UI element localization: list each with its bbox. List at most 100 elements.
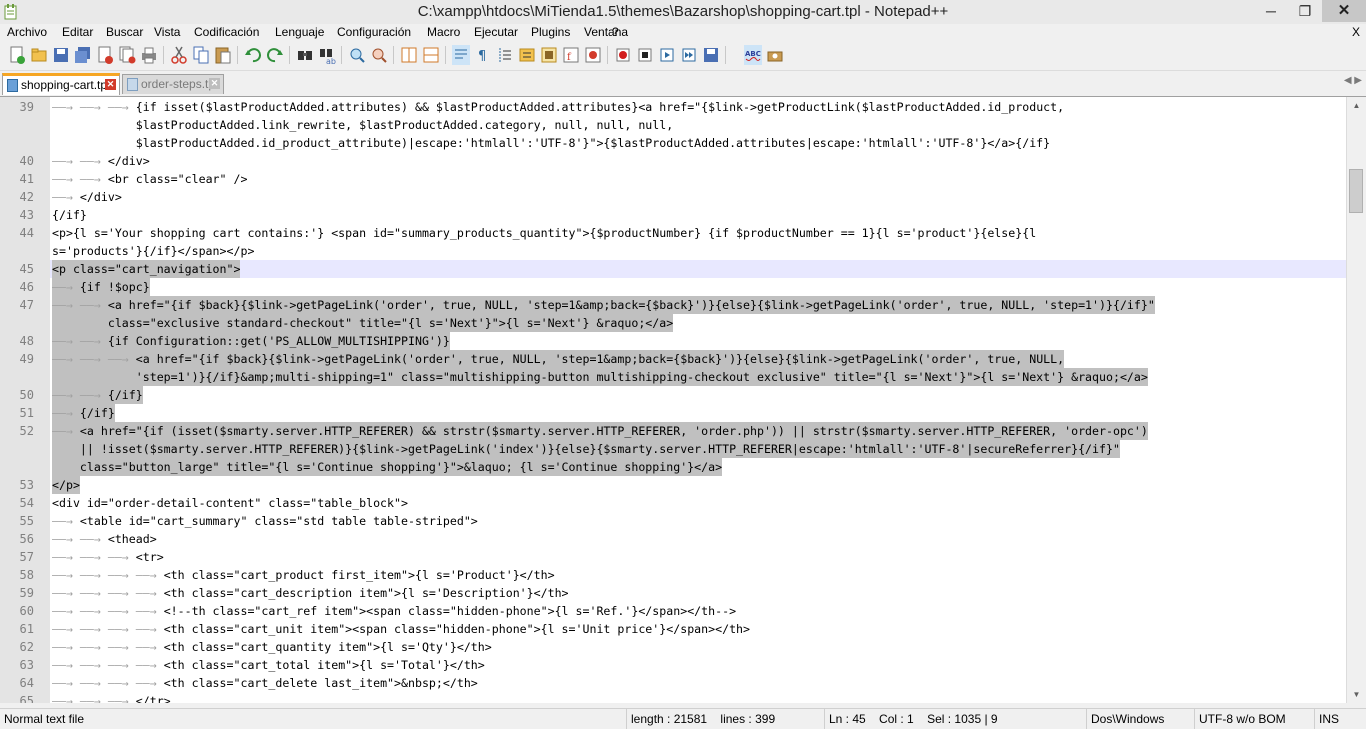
paste-icon[interactable] [214, 45, 232, 65]
code-line[interactable]: 'step=1')}{/if}&amp;multi-shipping=1" cl… [0, 368, 1346, 386]
code-line[interactable]: 48 ——→ ——→ {if Configuration::get('PS_ALL… [0, 332, 1346, 350]
code-line[interactable]: 51 ——→ {/if} [0, 404, 1346, 422]
window-title: C:\xampp\htdocs\MiTienda1.5\themes\Bazar… [417, 3, 949, 20]
code-line[interactable]: 49 ——→ ——→ ——→ <a href="{if $back}{$link-… [0, 350, 1346, 368]
code-line[interactable]: 60 ——→ ——→ ——→ ——→ <!--th class="cart_ref… [0, 602, 1346, 620]
status-insert-mode[interactable]: INS [1314, 709, 1366, 729]
code-line[interactable]: 40 ——→ ——→ </div> [0, 152, 1346, 170]
find-icon[interactable] [296, 45, 314, 65]
run-macro-multiple-icon[interactable] [680, 45, 698, 65]
copy-icon[interactable] [192, 45, 210, 65]
code-line[interactable]: 43 {/if} [0, 206, 1346, 224]
zoom-in-icon[interactable] [348, 45, 366, 65]
editor[interactable]: 39 ——→ ——→ ——→ {if isset($lastProductAdde… [0, 96, 1366, 703]
menu-archivo[interactable]: Archivo [7, 25, 47, 39]
code-line[interactable]: 45 <p class="cart_navigation"> [0, 260, 1346, 278]
code-line[interactable]: 54 <div id="order-detail-content" class="… [0, 494, 1346, 512]
new-file-icon[interactable] [8, 45, 26, 65]
code-line[interactable]: 56 ——→ ——→ <thead> [0, 530, 1346, 548]
code-line[interactable]: 58 ——→ ——→ ——→ ——→ <th class="cart_produc… [0, 566, 1346, 584]
menu-ventana[interactable]: Ventana [584, 25, 628, 39]
menu-help[interactable]: ? [612, 25, 619, 39]
zoom-out-icon[interactable] [370, 45, 388, 65]
code-line[interactable]: 62 ——→ ——→ ——→ ——→ <th class="cart_quanti… [0, 638, 1346, 656]
code-area[interactable]: 39 ——→ ——→ ——→ {if isset($lastProductAdde… [0, 97, 1346, 703]
scroll-thumb[interactable] [1349, 169, 1363, 213]
close-all-icon[interactable] [118, 45, 136, 65]
menu-lenguaje[interactable]: Lenguaje [275, 25, 324, 39]
save-all-icon[interactable] [74, 45, 92, 65]
code-line[interactable]: 61 ——→ ——→ ——→ ——→ <th class="cart_unit i… [0, 620, 1346, 638]
code-line[interactable]: 44 <p>{l s='Your shopping cart contains:'… [0, 224, 1346, 242]
open-file-icon[interactable] [30, 45, 48, 65]
code-line[interactable]: 46 ——→ {if !$opc} [0, 278, 1346, 296]
code-line[interactable]: 41 ——→ ——→ <br class="clear" /> [0, 170, 1346, 188]
tab-close-icon[interactable]: ✕ [209, 78, 220, 89]
selected-code-text: ——→ <a href="{if (isset($smarty.server.H… [52, 422, 1148, 440]
sync-horizontal-icon[interactable] [422, 45, 440, 65]
record-macro-icon[interactable] [614, 45, 632, 65]
vertical-scrollbar[interactable]: ▲ ▼ [1346, 97, 1366, 703]
code-line[interactable]: 59 ——→ ——→ ——→ ——→ <th class="cart_descri… [0, 584, 1346, 602]
folder-as-workspace-icon[interactable] [584, 45, 602, 65]
code-line[interactable]: 53 </p> [0, 476, 1346, 494]
undo-icon[interactable] [244, 45, 262, 65]
menu-editar[interactable]: Editar [62, 25, 93, 39]
maximize-button[interactable]: ❐ [1288, 0, 1322, 22]
indent-guide-icon[interactable] [496, 45, 514, 65]
code-line[interactable]: 39 ——→ ——→ ——→ {if isset($lastProductAdde… [0, 98, 1346, 116]
sync-vertical-icon[interactable] [400, 45, 418, 65]
code-line[interactable]: class="button_large" title="{l s='Contin… [0, 458, 1346, 476]
menu-codificacion[interactable]: Codificación [194, 25, 259, 39]
function-list-icon[interactable]: f [562, 45, 580, 65]
word-wrap-icon[interactable] [452, 45, 470, 65]
close-icon[interactable] [96, 45, 114, 65]
code-line[interactable]: $lastProductAdded.id_product_attribute)|… [0, 134, 1346, 152]
close-document-button[interactable]: X [1352, 25, 1360, 39]
save-icon[interactable] [52, 45, 70, 65]
code-line[interactable]: s='products'}{/if}</span></p> [0, 242, 1346, 260]
document-map-icon[interactable] [540, 45, 558, 65]
code-line[interactable]: 55 ——→ <table id="cart_summary" class="st… [0, 512, 1346, 530]
tab-order-steps[interactable]: order-steps.tpl ✕ [122, 74, 224, 94]
scroll-up-icon[interactable]: ▲ [1347, 97, 1366, 114]
save-macro-icon[interactable] [702, 45, 720, 65]
stop-recording-icon[interactable] [636, 45, 654, 65]
code-line[interactable]: 63 ——→ ——→ ——→ ——→ <th class="cart_total … [0, 656, 1346, 674]
tab-scroll-arrows[interactable]: ◀ ▶ [1344, 75, 1362, 86]
status-eol[interactable]: Dos\Windows [1086, 709, 1194, 729]
code-line[interactable]: 50 ——→ ——→ {/if} [0, 386, 1346, 404]
code-line[interactable]: 57 ——→ ——→ ——→ <tr> [0, 548, 1346, 566]
menu-macro[interactable]: Macro [427, 25, 460, 39]
tab-close-icon[interactable]: ✕ [105, 79, 116, 90]
menu-ejecutar[interactable]: Ejecutar [474, 25, 518, 39]
show-all-characters-icon[interactable]: ¶ [474, 45, 492, 65]
code-line[interactable]: 52 ——→ <a href="{if (isset($smarty.server… [0, 422, 1346, 440]
playback-macro-icon[interactable] [658, 45, 676, 65]
code-line[interactable]: 47 ——→ ——→ <a href="{if $back}{$link->get… [0, 296, 1346, 314]
minimize-button[interactable]: ─ [1254, 0, 1288, 22]
user-defined-language-icon[interactable] [518, 45, 536, 65]
spell-check-options-icon[interactable] [766, 45, 784, 65]
redo-icon[interactable] [266, 45, 284, 65]
status-encoding[interactable]: UTF-8 w/o BOM [1194, 709, 1314, 729]
tab-shopping-cart[interactable]: shopping-cart.tpl ✕ [2, 73, 120, 95]
code-line[interactable]: 65 ——→ ——→ ——→ </tr> [0, 692, 1346, 703]
menu-buscar[interactable]: Buscar [106, 25, 143, 39]
replace-icon[interactable]: ab [318, 45, 336, 65]
cut-icon[interactable] [170, 45, 188, 65]
code-content: <br class="clear" /> [107, 172, 248, 186]
code-line[interactable]: class="exclusive standard-checkout" titl… [0, 314, 1346, 332]
file-icon [127, 78, 138, 91]
code-line[interactable]: || !isset($smarty.server.HTTP_REFERER)}{… [0, 440, 1346, 458]
code-line[interactable]: $lastProductAdded.link_rewrite, $lastPro… [0, 116, 1346, 134]
menu-vista[interactable]: Vista [154, 25, 180, 39]
code-line[interactable]: 64 ——→ ——→ ——→ ——→ <th class="cart_delete… [0, 674, 1346, 692]
spell-check-icon[interactable]: ABC [744, 45, 762, 65]
scroll-down-icon[interactable]: ▼ [1347, 686, 1366, 703]
close-button[interactable]: ✕ [1322, 0, 1366, 22]
menu-plugins[interactable]: Plugins [531, 25, 570, 39]
code-line[interactable]: 42 ——→ </div> [0, 188, 1346, 206]
print-icon[interactable] [140, 45, 158, 65]
menu-configuracion[interactable]: Configuración [337, 25, 411, 39]
